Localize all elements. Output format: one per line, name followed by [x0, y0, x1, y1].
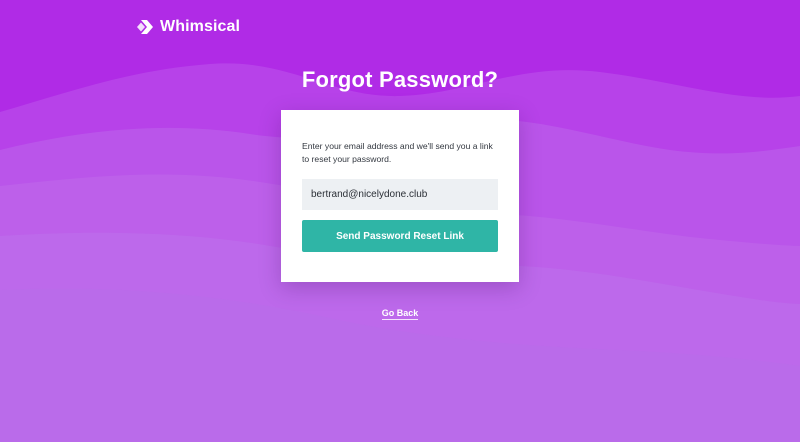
email-field[interactable]	[302, 179, 498, 210]
whimsical-logo-icon	[137, 20, 153, 34]
forgot-password-page: Whimsical Forgot Password? Enter your em…	[0, 0, 800, 442]
go-back-link[interactable]: Go Back	[381, 308, 419, 320]
brand-name: Whimsical	[160, 18, 241, 35]
instructions-text: Enter your email address and we'll send …	[302, 141, 493, 164]
send-reset-link-button[interactable]: Send Password Reset Link	[302, 220, 498, 252]
reset-password-card: Enter your email address and we'll send …	[281, 110, 519, 282]
whimsical-logo[interactable]: Whimsical	[136, 16, 240, 38]
page-title: Forgot Password?	[301, 67, 499, 92]
go-back-container: Go Back	[0, 303, 800, 321]
